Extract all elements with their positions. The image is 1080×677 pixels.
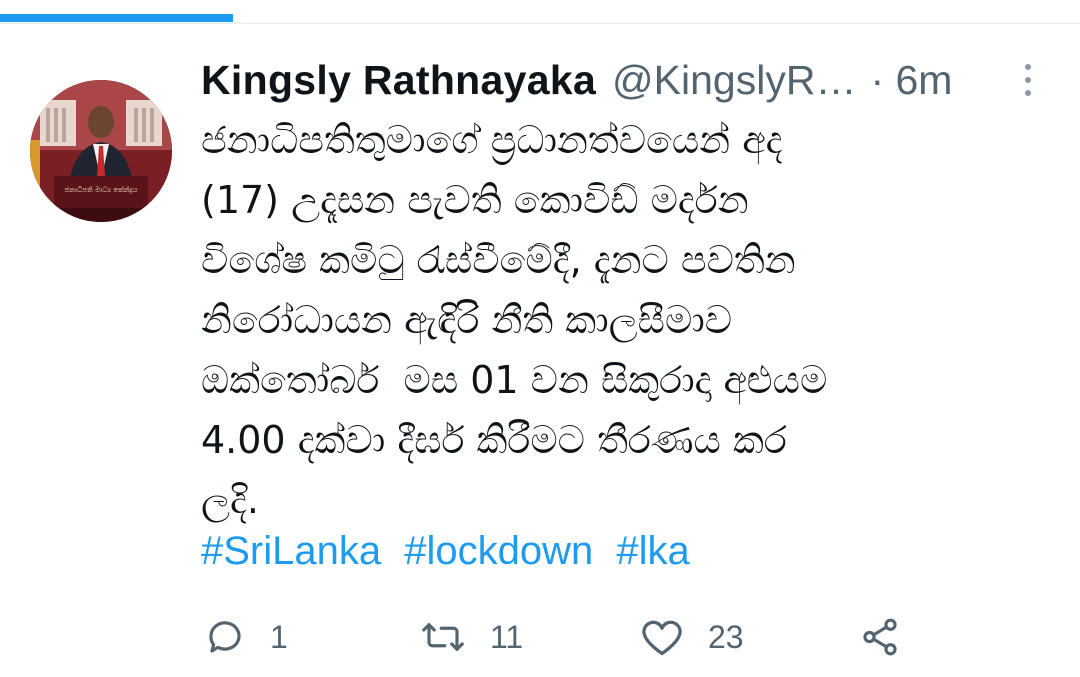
share-button[interactable]	[858, 612, 902, 662]
tweet-text-line: ජනාධිපතිතුමාගේ ප්‍රධානත්වයෙන් අද	[201, 118, 783, 162]
podium-sign-text: ජනාධිපති මාධ්‍ය කේන්ද්‍රය	[64, 186, 137, 194]
avatar[interactable]: ජනාධිපති මාධ්‍ය කේන්ද්‍රය	[30, 80, 172, 222]
tweet-text-line: 4.00 දක්වා දීර්ඝ කිරීමට තීරණය කර	[201, 418, 787, 462]
retweet-button[interactable]: 11	[420, 612, 523, 662]
loading-progress-fill	[0, 14, 234, 22]
comment-bubble-icon	[204, 616, 246, 658]
tweet[interactable]: ජනාධිපති මාධ්‍ය කේන්ද්‍රය Kingsly Rathna…	[0, 24, 1080, 677]
tweet-time[interactable]: · 6m	[870, 57, 952, 104]
author-name[interactable]: Kingsly Rathnayaka	[201, 57, 596, 104]
reply-button[interactable]: 1	[204, 612, 288, 662]
hashtag-list: #SriLanka #lockdown #lka	[201, 529, 702, 574]
tweet-text-line: (17) උදෑසන පැවති කොවිඩ් මර්දන	[201, 178, 749, 222]
tweet-header: Kingsly Rathnayaka @KingslyR… · 6m	[201, 52, 1051, 108]
tweet-text-line: විශේෂ කමිටු රැස්වීමේදී, දැනට පවතින	[201, 238, 796, 282]
like-count: 23	[708, 618, 744, 655]
heart-icon	[640, 616, 684, 658]
retweet-icon	[420, 616, 466, 658]
tweet-actions: 1 11 23	[0, 612, 1080, 662]
tweet-text-line: ඔක්තෝබර් මස 01 වන සිකුරාදා අළුයම	[201, 358, 828, 402]
hashtag-lka[interactable]: #lka	[616, 529, 689, 573]
like-button[interactable]: 23	[640, 612, 744, 662]
tweet-text-line: ලදි.	[201, 478, 259, 522]
share-icon	[858, 616, 902, 658]
reply-count: 1	[270, 618, 288, 655]
tweet-text: ජනාධිපතිතුමාගේ ප්‍රධානත්වයෙන් අද (17) උදෑ…	[201, 110, 1041, 530]
hashtag-srilanka[interactable]: #SriLanka	[201, 529, 381, 573]
tweet-text-line: නිරෝධායන ඇඳිරි නීති කාලසීමාව	[201, 298, 733, 342]
author-handle[interactable]: @KingslyR…	[612, 57, 856, 104]
retweet-count: 11	[490, 618, 524, 655]
hashtag-lockdown[interactable]: #lockdown	[404, 529, 593, 573]
more-options-icon[interactable]	[1016, 60, 1040, 100]
loading-progress-bar	[0, 14, 1080, 24]
